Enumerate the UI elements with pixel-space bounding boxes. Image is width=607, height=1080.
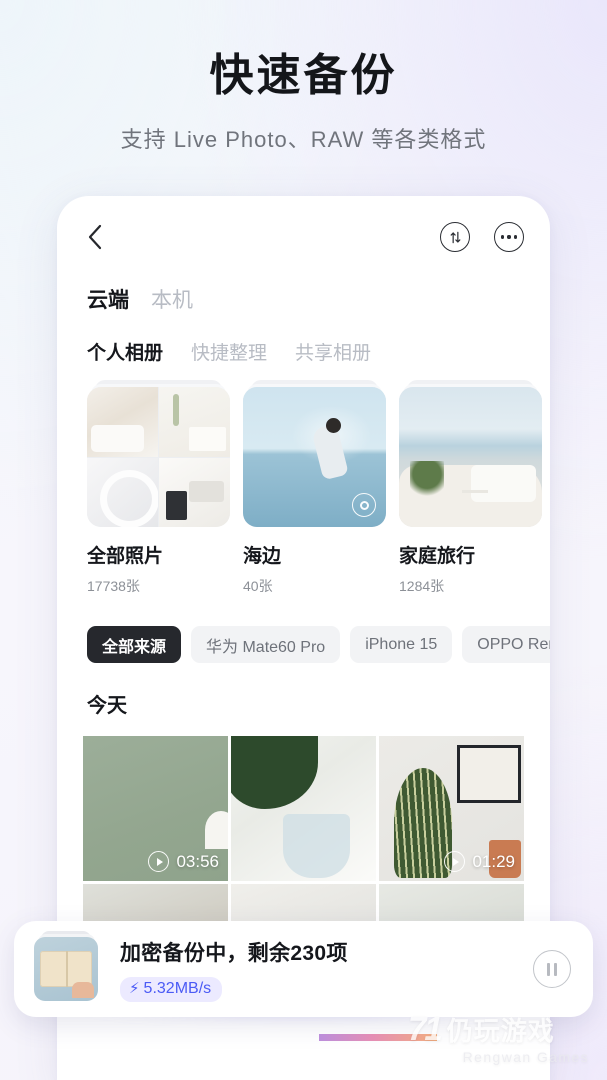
tab-local[interactable]: 本机 — [151, 284, 193, 314]
back-button[interactable] — [87, 222, 117, 252]
album-stack — [243, 387, 386, 527]
chip-huawei-mate60-pro[interactable]: 华为 Mate60 Pro — [191, 626, 340, 663]
photo-detail — [394, 768, 452, 878]
tab-quick-organize[interactable]: 快捷整理 — [191, 338, 267, 365]
live-photo-icon — [352, 493, 376, 517]
hero-section: 快速备份 支持 Live Photo、RAW 等各类格式 — [0, 0, 607, 154]
task-info: 加密备份中，剩余230项 ⚡ 5.32MB/s — [120, 937, 533, 1002]
album-name: 家庭旅行 — [399, 541, 542, 568]
sub-tabs: 个人相册 快捷整理 共享相册 — [57, 314, 550, 365]
album-name: 海边 — [243, 541, 386, 568]
album-count: 17738张 — [87, 576, 230, 596]
album-thumbnail — [399, 387, 542, 527]
thumbnail-detail — [66, 951, 68, 987]
photo-detail — [462, 490, 488, 510]
photo-detail — [457, 745, 521, 803]
watermark: 71 仍玩游戏 Rengwan Games — [408, 1010, 593, 1065]
lightning-bolt-icon: ⚡ — [129, 981, 140, 996]
video-duration: 01:29 — [472, 852, 515, 872]
collage-cell — [159, 458, 230, 528]
album-stack — [87, 387, 230, 527]
tab-cloud[interactable]: 云端 — [87, 284, 129, 314]
source-filter-chips: 全部来源 华为 Mate60 Pro iPhone 15 OPPO Reno — [57, 596, 550, 663]
page-title: 快速备份 — [0, 52, 607, 100]
album-carousel[interactable]: 全部照片 17738张 海边 40张 — [57, 365, 550, 596]
speed-badge: ⚡ 5.32MB/s — [120, 977, 222, 1002]
backup-task-card[interactable]: 加密备份中，剩余230项 ⚡ 5.32MB/s — [14, 921, 593, 1017]
album-count: 40张 — [243, 576, 386, 596]
tab-personal-albums[interactable]: 个人相册 — [87, 338, 163, 365]
speed-value: 5.32MB/s — [144, 980, 212, 998]
app-navbar — [57, 196, 550, 278]
watermark-row: 71 仍玩游戏 — [408, 1010, 593, 1048]
photo-detail — [283, 814, 350, 878]
photo-grid-item[interactable]: 01:29 — [379, 736, 524, 881]
album-name: 全部照片 — [87, 541, 230, 568]
photo-grid: 03:56 01:29 — [57, 718, 550, 881]
photo-collage — [87, 387, 230, 527]
more-dots-icon — [501, 235, 517, 238]
watermark-name-cn: 仍玩游戏 — [447, 1011, 555, 1048]
album-thumbnail — [87, 387, 230, 527]
album-card[interactable]: 家庭旅行 1284张 — [399, 387, 542, 596]
photo-detail — [231, 736, 318, 809]
book-photo-thumbnail — [34, 937, 98, 1001]
album-card[interactable]: 全部照片 17738张 — [87, 387, 230, 596]
play-icon — [444, 851, 465, 872]
album-card[interactable]: 海边 40张 — [243, 387, 386, 596]
watermark-logo: 71 — [408, 1010, 441, 1048]
pause-button[interactable] — [533, 950, 571, 988]
chip-iphone-15[interactable]: iPhone 15 — [350, 626, 452, 663]
main-tabs: 云端 本机 — [57, 278, 550, 314]
photo-grid-item[interactable] — [231, 736, 376, 881]
photo-terrace — [399, 387, 542, 527]
task-thumbnail-stack — [34, 937, 98, 1001]
chevron-left-icon — [87, 224, 103, 250]
photo-detail — [410, 461, 444, 505]
album-thumbnail — [243, 387, 386, 527]
collage-cell — [159, 387, 230, 457]
photo-grid-item[interactable]: 03:56 — [83, 736, 228, 881]
collage-cell — [87, 458, 158, 528]
task-status-text: 加密备份中，剩余230项 — [120, 937, 533, 967]
album-count: 1284张 — [399, 576, 542, 596]
sync-button[interactable] — [440, 222, 470, 252]
tab-shared-albums[interactable]: 共享相册 — [295, 338, 371, 365]
photo-sea-jump — [243, 387, 386, 527]
collage-cell — [87, 387, 158, 457]
section-title-today: 今天 — [57, 663, 550, 718]
chip-all-sources[interactable]: 全部来源 — [87, 626, 181, 663]
more-options-button[interactable] — [494, 222, 524, 252]
pause-icon-bar — [554, 963, 558, 976]
album-stack — [399, 387, 542, 527]
watermark-name-en: Rengwan Games — [408, 1049, 593, 1065]
video-duration-tag: 03:56 — [148, 851, 219, 872]
thumbnail-detail — [72, 982, 94, 999]
play-icon — [148, 851, 169, 872]
chip-oppo-reno[interactable]: OPPO Reno — [462, 626, 550, 663]
sync-arrows-icon — [448, 230, 463, 245]
page-subtitle: 支持 Live Photo、RAW 等各类格式 — [0, 122, 607, 154]
video-duration-tag: 01:29 — [444, 851, 515, 872]
pause-icon-bar — [547, 963, 551, 976]
photo-subject-head — [326, 418, 341, 433]
video-duration: 03:56 — [176, 852, 219, 872]
